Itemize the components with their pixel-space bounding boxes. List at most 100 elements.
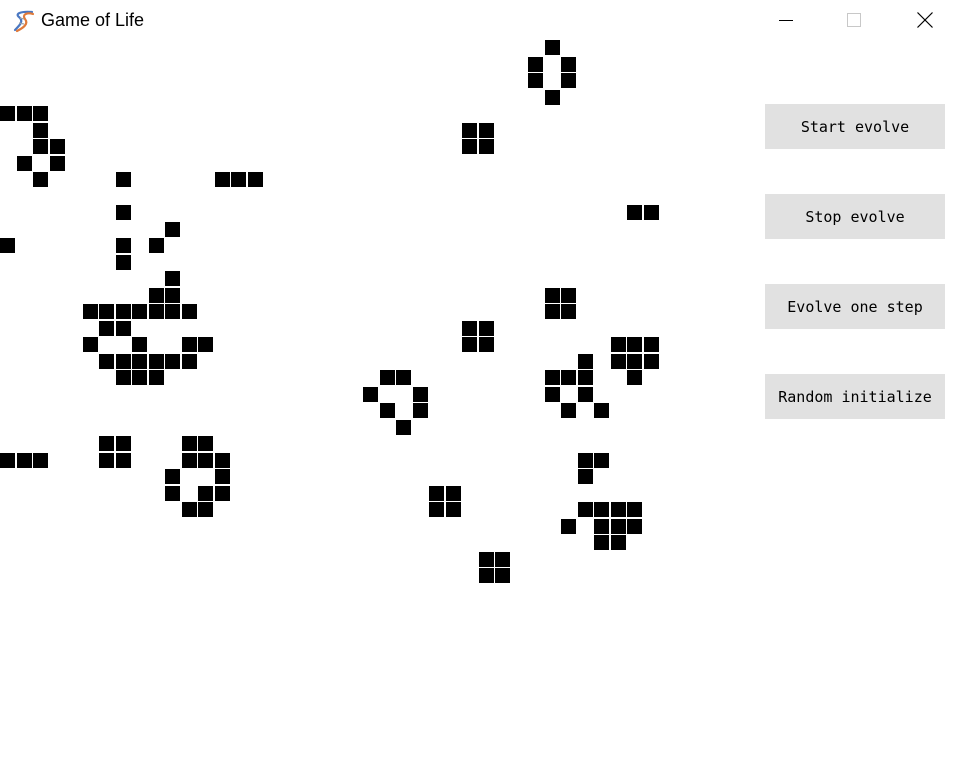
minimize-button[interactable]	[751, 0, 821, 40]
live-cell[interactable]	[479, 552, 494, 567]
live-cell[interactable]	[545, 90, 560, 105]
live-cell[interactable]	[644, 205, 659, 220]
live-cell[interactable]	[561, 519, 576, 534]
live-cell[interactable]	[50, 156, 65, 171]
live-cell[interactable]	[248, 172, 263, 187]
live-cell[interactable]	[0, 453, 15, 468]
live-cell[interactable]	[479, 139, 494, 154]
life-board[interactable]	[0, 40, 700, 761]
live-cell[interactable]	[132, 370, 147, 385]
live-cell[interactable]	[198, 502, 213, 517]
start-evolve-button[interactable]: Start evolve	[765, 104, 945, 149]
live-cell[interactable]	[479, 568, 494, 583]
live-cell[interactable]	[413, 403, 428, 418]
live-cell[interactable]	[116, 436, 131, 451]
live-cell[interactable]	[165, 222, 180, 237]
live-cell[interactable]	[594, 519, 609, 534]
evolve-one-step-button[interactable]: Evolve one step	[765, 284, 945, 329]
live-cell[interactable]	[33, 172, 48, 187]
live-cell[interactable]	[594, 502, 609, 517]
live-cell[interactable]	[33, 106, 48, 121]
live-cell[interactable]	[198, 486, 213, 501]
live-cell[interactable]	[215, 469, 230, 484]
live-cell[interactable]	[380, 403, 395, 418]
live-cell[interactable]	[99, 354, 114, 369]
live-cell[interactable]	[165, 486, 180, 501]
live-cell[interactable]	[462, 337, 477, 352]
live-cell[interactable]	[182, 337, 197, 352]
live-cell[interactable]	[182, 453, 197, 468]
live-cell[interactable]	[561, 304, 576, 319]
live-cell[interactable]	[165, 469, 180, 484]
live-cell[interactable]	[627, 502, 642, 517]
live-cell[interactable]	[215, 172, 230, 187]
live-cell[interactable]	[165, 304, 180, 319]
live-cell[interactable]	[462, 139, 477, 154]
live-cell[interactable]	[99, 304, 114, 319]
live-cell[interactable]	[611, 519, 626, 534]
live-cell[interactable]	[215, 486, 230, 501]
live-cell[interactable]	[198, 337, 213, 352]
live-cell[interactable]	[231, 172, 246, 187]
live-cell[interactable]	[149, 288, 164, 303]
live-cell[interactable]	[594, 403, 609, 418]
live-cell[interactable]	[495, 568, 510, 583]
live-cell[interactable]	[578, 502, 593, 517]
live-cell[interactable]	[17, 156, 32, 171]
live-cell[interactable]	[561, 57, 576, 72]
live-cell[interactable]	[429, 502, 444, 517]
live-cell[interactable]	[182, 436, 197, 451]
live-cell[interactable]	[165, 354, 180, 369]
live-cell[interactable]	[578, 354, 593, 369]
live-cell[interactable]	[83, 304, 98, 319]
live-cell[interactable]	[149, 370, 164, 385]
live-cell[interactable]	[578, 469, 593, 484]
live-cell[interactable]	[462, 123, 477, 138]
live-cell[interactable]	[198, 453, 213, 468]
close-button[interactable]	[890, 0, 958, 40]
live-cell[interactable]	[462, 321, 477, 336]
live-cell[interactable]	[627, 337, 642, 352]
live-cell[interactable]	[528, 73, 543, 88]
live-cell[interactable]	[165, 288, 180, 303]
live-cell[interactable]	[627, 205, 642, 220]
live-cell[interactable]	[116, 453, 131, 468]
live-cell[interactable]	[528, 57, 543, 72]
live-cell[interactable]	[17, 453, 32, 468]
live-cell[interactable]	[446, 502, 461, 517]
live-cell[interactable]	[149, 304, 164, 319]
live-cell[interactable]	[611, 354, 626, 369]
live-cell[interactable]	[17, 106, 32, 121]
live-cell[interactable]	[644, 337, 659, 352]
live-cell[interactable]	[380, 370, 395, 385]
live-cell[interactable]	[33, 123, 48, 138]
live-cell[interactable]	[578, 453, 593, 468]
live-cell[interactable]	[132, 304, 147, 319]
live-cell[interactable]	[429, 486, 444, 501]
live-cell[interactable]	[611, 502, 626, 517]
live-cell[interactable]	[165, 271, 180, 286]
live-cell[interactable]	[396, 370, 411, 385]
live-cell[interactable]	[545, 370, 560, 385]
live-cell[interactable]	[479, 337, 494, 352]
live-cell[interactable]	[33, 453, 48, 468]
live-cell[interactable]	[198, 436, 213, 451]
live-cell[interactable]	[545, 288, 560, 303]
live-cell[interactable]	[627, 370, 642, 385]
live-cell[interactable]	[132, 337, 147, 352]
live-cell[interactable]	[33, 139, 48, 154]
live-cell[interactable]	[627, 354, 642, 369]
live-cell[interactable]	[99, 321, 114, 336]
live-cell[interactable]	[495, 552, 510, 567]
live-cell[interactable]	[0, 106, 15, 121]
live-cell[interactable]	[50, 139, 65, 154]
live-cell[interactable]	[545, 304, 560, 319]
live-cell[interactable]	[545, 40, 560, 55]
live-cell[interactable]	[396, 420, 411, 435]
live-cell[interactable]	[545, 387, 560, 402]
live-cell[interactable]	[99, 436, 114, 451]
live-cell[interactable]	[644, 354, 659, 369]
live-cell[interactable]	[594, 535, 609, 550]
live-cell[interactable]	[99, 453, 114, 468]
live-cell[interactable]	[578, 387, 593, 402]
